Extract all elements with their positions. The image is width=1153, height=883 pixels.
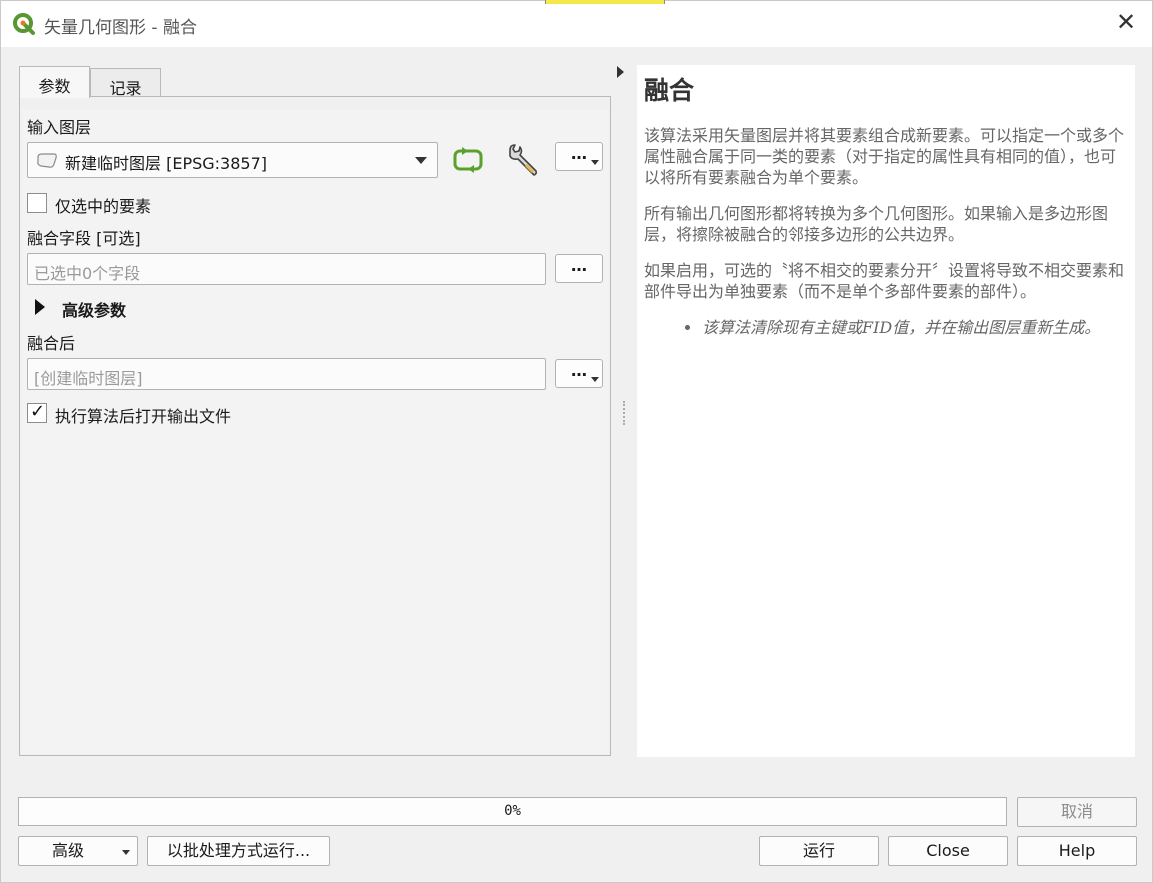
wrench-icon[interactable]: [504, 142, 540, 178]
polygon-layer-icon: [37, 153, 57, 168]
output-options-button[interactable]: …: [555, 359, 603, 388]
tab-parameters[interactable]: 参数: [19, 66, 90, 98]
help-title: 融合: [644, 76, 695, 105]
run-button[interactable]: 运行: [759, 836, 879, 866]
selected-only-checkbox[interactable]: [27, 193, 47, 213]
tab-log[interactable]: 记录: [90, 68, 161, 98]
collapse-help-arrow-icon[interactable]: [617, 66, 624, 78]
help-paragraph-3: 如果启用，可选的〝将不相交的要素分开〞设置将导致不相交要素和部件导出为单独要素（…: [644, 261, 1125, 301]
dissolve-field-label: 融合字段 [可选]: [27, 229, 141, 248]
batch-process-button[interactable]: 以批处理方式运行...: [147, 836, 330, 866]
help-paragraph-1: 该算法采用矢量图层并将其要素组合成新要素。可以指定一个或多个属性融合属于同一类的…: [644, 126, 1125, 187]
open-output-label: 执行算法后打开输出文件: [55, 407, 232, 426]
expand-arrow-icon[interactable]: [35, 299, 45, 315]
help-bullet-list: 该算法清除现有主键或FID值，并在输出图层重新生成。: [644, 317, 1129, 338]
dialog-window: 矢量几何图形 - 融合 ✕ 参数 记录 输入图层 新建临时图层 [EPSG:38…: [0, 0, 1153, 883]
caret-down-icon: [591, 377, 599, 382]
window-title: 矢量几何图形 - 融合: [44, 18, 197, 38]
input-layer-combo[interactable]: 新建临时图层 [EPSG:3857]: [27, 142, 438, 178]
advanced-button-label: 高级: [51, 841, 84, 860]
caret-down-icon: [591, 160, 599, 165]
qgis-logo-icon: [13, 13, 35, 35]
dissolve-field-select-button[interactable]: …: [555, 254, 603, 283]
splitter-handle[interactable]: [623, 401, 625, 425]
help-bullet-item: 该算法清除现有主键或FID值，并在输出图层重新生成。: [702, 317, 1129, 338]
output-label: 融合后: [27, 334, 76, 353]
advanced-menu-button[interactable]: 高级: [18, 836, 138, 866]
help-paragraph-2: 所有输出几何图形都将转换为多个几何图形。如果输入是多边形图层，将擦除被融合的邻接…: [644, 204, 1109, 244]
advanced-parameters-toggle[interactable]: 高级参数: [62, 297, 126, 321]
input-layer-value: 新建临时图层 [EPSG:3857]: [65, 154, 267, 173]
progress-bar: 0%: [18, 797, 1007, 826]
iterate-icon[interactable]: [450, 142, 486, 178]
title-bar: 矢量几何图形 - 融合 ✕: [1, 0, 1152, 47]
chevron-down-icon: [122, 850, 130, 855]
dots-label: …: [571, 144, 587, 163]
dots-label: …: [571, 361, 587, 380]
input-layer-label: 输入图层: [27, 118, 92, 137]
input-layer-options-button[interactable]: …: [555, 142, 603, 171]
cancel-button[interactable]: 取消: [1017, 797, 1137, 827]
help-panel: 融合 该算法采用矢量图层并将其要素组合成新要素。可以指定一个或多个属性融合属于同…: [637, 65, 1135, 757]
output-destination-input[interactable]: [创建临时图层]: [27, 358, 546, 390]
chevron-down-icon: [415, 157, 427, 164]
close-icon[interactable]: ✕: [1114, 10, 1138, 34]
selected-only-label: 仅选中的要素: [55, 197, 152, 216]
checkmark-icon: ✓: [30, 401, 46, 422]
dissolve-field-input[interactable]: 已选中0个字段: [27, 253, 546, 285]
open-output-checkbox[interactable]: ✓: [27, 401, 47, 423]
title-accent-strip: [545, 0, 665, 4]
close-button[interactable]: Close: [888, 836, 1008, 866]
help-button[interactable]: Help: [1017, 836, 1137, 866]
